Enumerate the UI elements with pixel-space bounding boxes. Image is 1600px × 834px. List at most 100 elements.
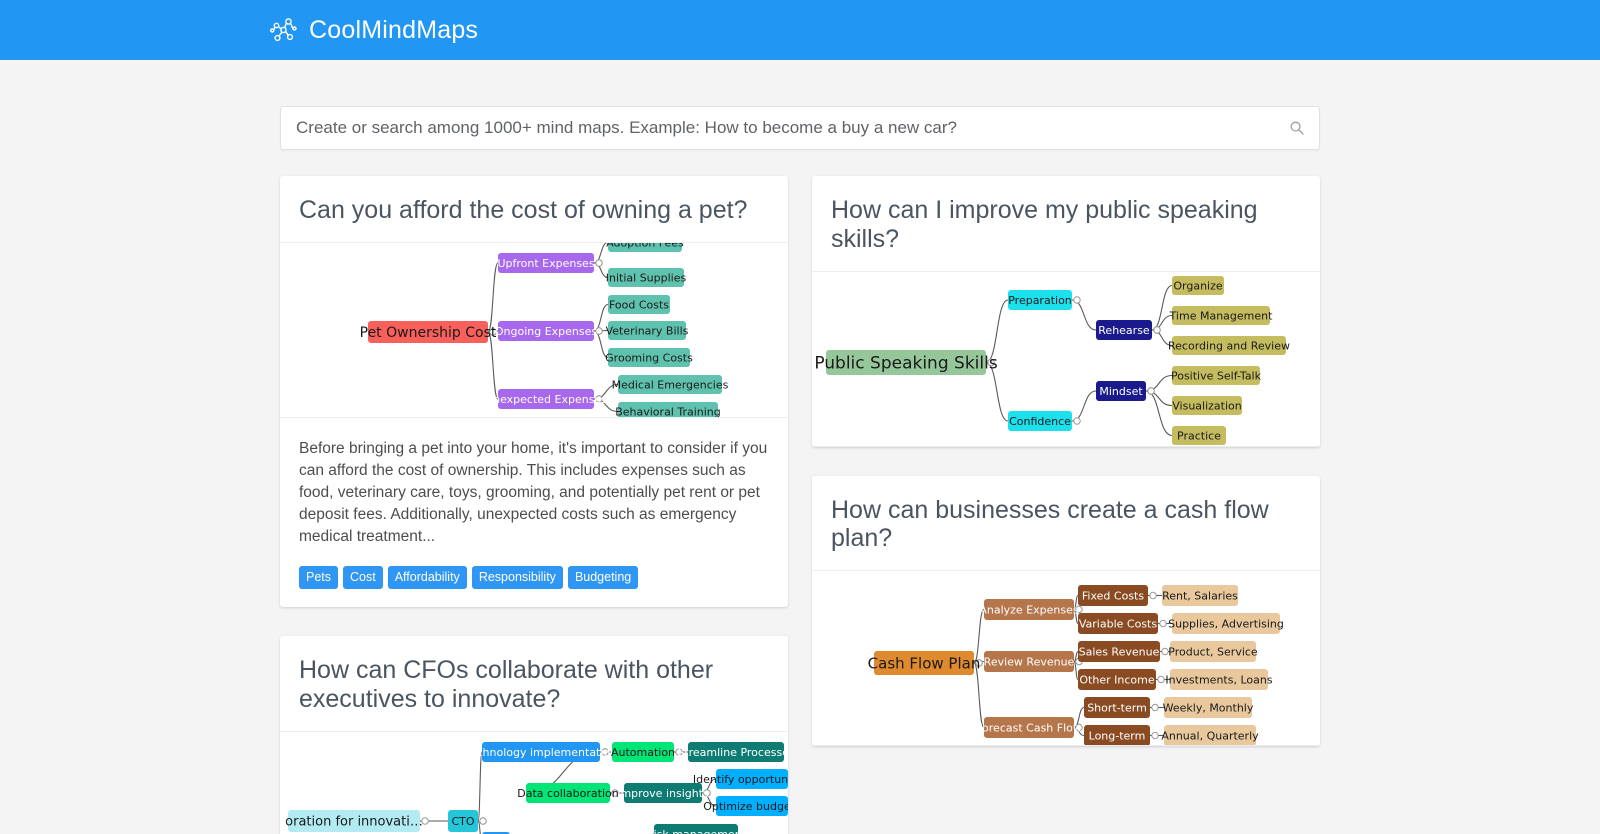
mindmap-node[interactable]: Preparation bbox=[1008, 289, 1072, 310]
mindmap-node-label: Annual, Quarterly bbox=[1161, 729, 1259, 742]
mindmap-node[interactable]: Rent, Salaries bbox=[1162, 585, 1238, 606]
mindmap-node[interactable]: Long-term bbox=[1084, 725, 1150, 746]
mindmap-node[interactable]: Streamline Processes bbox=[677, 741, 788, 762]
mindmap-node[interactable]: Adoption Fees bbox=[606, 242, 684, 252]
mindmap-node[interactable]: Improve insights bbox=[617, 782, 709, 803]
mindmap-node[interactable]: Veterinary Bills bbox=[606, 320, 689, 340]
mindmap-node[interactable]: Visualization bbox=[1172, 395, 1242, 415]
mindmap-node-label: Identify opportunities bbox=[693, 773, 788, 786]
mindmap-node-label: Rehearse bbox=[1098, 323, 1150, 336]
mindmap-node[interactable]: Initial Supplies bbox=[606, 267, 687, 287]
mindmap-node-label: CTO bbox=[451, 815, 474, 828]
search-input[interactable] bbox=[281, 107, 1319, 149]
mindmap-node[interactable]: Technology implementation bbox=[464, 741, 617, 762]
mindmap-node[interactable]: Time Management bbox=[1169, 305, 1274, 325]
mindmap-card[interactable]: How can I improve my public speaking ski… bbox=[812, 176, 1320, 447]
mindmap-node[interactable]: Behavioral Training bbox=[615, 401, 721, 418]
mindmap-preview[interactable]: oration for innovati…CTOCIOTechnology im… bbox=[280, 730, 788, 834]
mindmap-node-label: Improve insights bbox=[617, 787, 709, 800]
mindmap-canvas[interactable]: oration for innovati…CTOCIOTechnology im… bbox=[280, 732, 788, 834]
search-bar[interactable] bbox=[280, 106, 1320, 150]
mindmap-node-label: Short-term bbox=[1087, 701, 1147, 714]
page-body: Can you afford the cost of owning a pet?… bbox=[0, 60, 1600, 834]
mindmap-node[interactable]: oration for innovati… bbox=[285, 809, 423, 832]
mindmap-node-label: Recording and Review bbox=[1168, 339, 1290, 352]
mindmap-node-label: Data collaboration bbox=[517, 787, 618, 800]
mindmap-node[interactable]: Medical Emergencies bbox=[612, 374, 729, 394]
mindmap-card-list: Can you afford the cost of owning a pet?… bbox=[280, 176, 1320, 834]
mindmap-node[interactable]: Investments, Loans bbox=[1165, 669, 1273, 690]
mindmap-node-label: Medical Emergencies bbox=[612, 378, 729, 391]
mindmap-node[interactable]: Cash Flow Plan bbox=[868, 651, 981, 675]
card-title[interactable]: How can businesses create a cash flow pl… bbox=[812, 476, 1320, 571]
mindmap-node[interactable]: Confidence bbox=[1008, 410, 1072, 431]
mindmap-node[interactable]: Review Revenue bbox=[984, 651, 1075, 672]
card-tag[interactable]: Pets bbox=[299, 565, 339, 590]
mindmap-node[interactable]: Optimize budgets bbox=[703, 795, 788, 816]
search-icon[interactable] bbox=[1289, 120, 1305, 136]
mindmap-node-label: Initial Supplies bbox=[606, 271, 687, 284]
mindmap-node[interactable]: Practice bbox=[1172, 425, 1226, 445]
mindmap-preview[interactable]: Pet Ownership Cost Upfront Expenses Ongoin… bbox=[280, 241, 788, 418]
mindmap-canvas[interactable]: Pet Ownership Cost Upfront Expenses Ongoin… bbox=[280, 242, 788, 418]
mindmap-node[interactable]: Mindset bbox=[1096, 380, 1146, 401]
mindmap-preview[interactable]: Cash Flow Plan Analyze Expenses Review Rev… bbox=[812, 570, 1320, 746]
card-tag[interactable]: Cost bbox=[343, 565, 383, 590]
mindmap-node[interactable]: Sales Revenue bbox=[1078, 641, 1160, 662]
mindmap-node[interactable]: Ongoing Expenses bbox=[495, 320, 598, 341]
mindmap-node[interactable]: Positive Self-Talk bbox=[1171, 365, 1262, 385]
mindmap-node[interactable]: Weekly, Monthly bbox=[1163, 697, 1254, 718]
mindmap-canvas[interactable]: Cash Flow Plan Analyze Expenses Review Rev… bbox=[812, 571, 1320, 746]
mindmap-node[interactable]: Grooming Costs bbox=[605, 347, 693, 367]
mindmap-node-label: Behavioral Training bbox=[615, 405, 721, 418]
card-tag[interactable]: Affordability bbox=[387, 565, 467, 590]
mindmap-node-label: Rent, Salaries bbox=[1162, 589, 1238, 602]
mindmap-node-label: Fixed Costs bbox=[1082, 589, 1144, 602]
card-tag[interactable]: Responsibility bbox=[471, 565, 563, 590]
mindmap-node[interactable]: Rehearse bbox=[1096, 319, 1152, 340]
brand[interactable]: CoolMindMaps bbox=[268, 15, 478, 45]
mindmap-node-label: Review Revenue bbox=[984, 655, 1075, 668]
mindmap-node-label: Mindset bbox=[1099, 384, 1143, 397]
card-title[interactable]: How can I improve my public speaking ski… bbox=[812, 176, 1320, 271]
content-container: Can you afford the cost of owning a pet?… bbox=[280, 60, 1320, 834]
mindmap-node[interactable]: Fixed Costs bbox=[1078, 585, 1148, 606]
mindmap-node[interactable]: Annual, Quarterly bbox=[1161, 725, 1259, 746]
mindmap-node[interactable]: Product, Service bbox=[1168, 641, 1258, 662]
mindmap-node[interactable]: Public Speaking Skills bbox=[814, 349, 998, 375]
mindmap-node[interactable]: Automation bbox=[611, 741, 675, 762]
card-title[interactable]: How can CFOs collaborate with other exec… bbox=[280, 636, 788, 731]
mindmap-node-label: Technology implementation bbox=[464, 746, 617, 759]
mindmap-node-label: Optimize budgets bbox=[703, 800, 788, 813]
mindmap-node[interactable]: Variable Costs bbox=[1078, 613, 1158, 634]
card-title[interactable]: Can you afford the cost of owning a pet? bbox=[280, 176, 788, 242]
mindmap-node[interactable]: Food Costs bbox=[608, 294, 670, 314]
mindmap-node-label: Public Speaking Skills bbox=[814, 353, 998, 373]
mindmap-node[interactable]: Forecast Cash Flow bbox=[976, 717, 1082, 738]
mindmap-node-label: Grooming Costs bbox=[605, 351, 693, 364]
mindmap-node[interactable]: Other Income bbox=[1078, 669, 1156, 690]
mindmap-node-label: Cash Flow Plan bbox=[868, 654, 981, 672]
mindmap-node-label: Food Costs bbox=[609, 298, 669, 311]
mindmap-node-label: Ongoing Expenses bbox=[495, 325, 598, 338]
mindmap-node[interactable]: Recording and Review bbox=[1168, 335, 1290, 355]
mindmap-node[interactable]: Organize bbox=[1172, 275, 1224, 295]
mindmap-node-label: Analyze Expenses bbox=[979, 603, 1079, 616]
mindmap-node[interactable]: Supplies, Advertising bbox=[1168, 613, 1284, 634]
mindmap-node[interactable]: CTO bbox=[448, 809, 478, 832]
mindmap-card[interactable]: Can you afford the cost of owning a pet?… bbox=[280, 176, 788, 608]
app-header: CoolMindMaps bbox=[0, 0, 1600, 60]
mindmap-node-label: Unexpected Expenses bbox=[485, 393, 607, 406]
mindmap-preview[interactable]: Public Speaking Skills Preparation Confide… bbox=[812, 270, 1320, 447]
mindmap-node[interactable]: Unexpected Expenses bbox=[485, 388, 607, 409]
mindmap-node[interactable]: Pet Ownership Cost bbox=[360, 320, 497, 343]
mindmap-card[interactable]: How can businesses create a cash flow pl… bbox=[812, 475, 1320, 746]
mindmap-node[interactable]: Data collaboration bbox=[517, 782, 619, 803]
mindmap-card[interactable]: How can CFOs collaborate with other exec… bbox=[280, 636, 788, 834]
mindmap-node[interactable]: Short-term bbox=[1084, 697, 1150, 718]
card-tag[interactable]: Budgeting bbox=[567, 565, 639, 590]
mindmap-node[interactable]: Risk management bbox=[646, 823, 747, 834]
mindmap-canvas[interactable]: Public Speaking Skills Preparation Confide… bbox=[812, 272, 1320, 447]
mindmap-node[interactable]: Analyze Expenses bbox=[979, 599, 1079, 620]
mindmap-node[interactable]: Upfront Expenses bbox=[497, 252, 595, 273]
